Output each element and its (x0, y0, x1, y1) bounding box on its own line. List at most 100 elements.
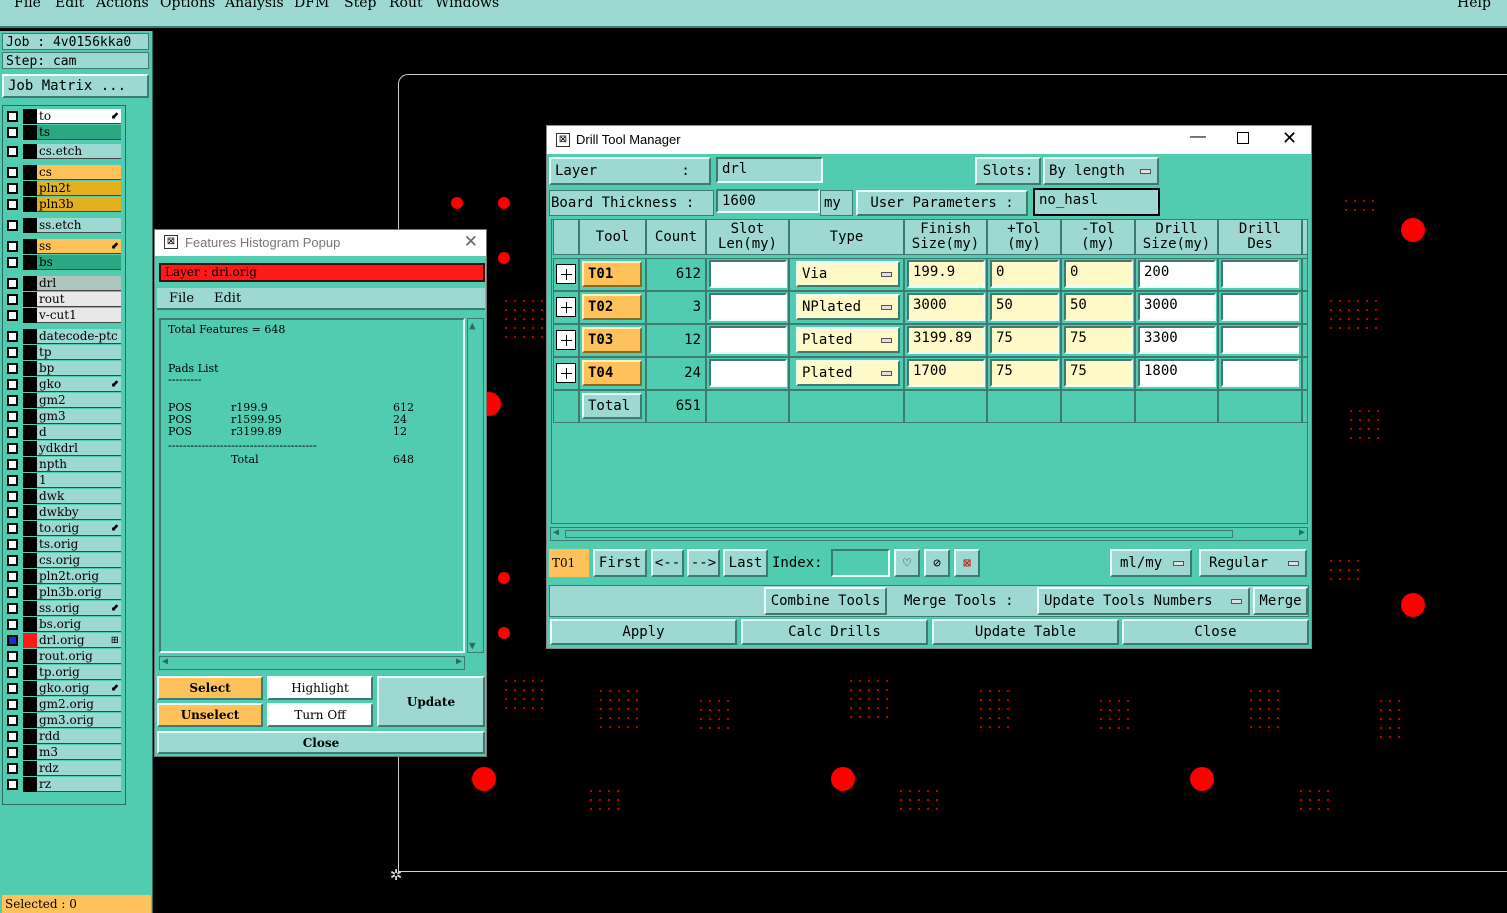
slots-dropdown[interactable]: By length (1043, 157, 1159, 185)
minus-tol-input[interactable]: 75 (1064, 359, 1133, 387)
layer-row-datecode-ptc[interactable]: datecode-ptc (4, 329, 121, 344)
layer-checkbox[interactable] (7, 257, 18, 268)
minus-tol-input[interactable]: 0 (1064, 260, 1133, 288)
layer-checkbox[interactable] (7, 294, 18, 305)
layer-checkbox[interactable] (7, 111, 18, 122)
next-button[interactable]: --> (687, 549, 720, 577)
layer-checkbox[interactable] (7, 667, 18, 678)
expand-icon[interactable] (556, 297, 576, 317)
finish-size-input[interactable]: 199.9 (907, 260, 985, 288)
features-vscroll[interactable]: ▲ ▼ (467, 318, 484, 653)
layer-row-drl.orig[interactable]: drl.orig ⊞ (4, 633, 121, 648)
drill-size-input[interactable]: 200 (1138, 260, 1216, 288)
board-thickness-field[interactable]: 1600 (716, 189, 820, 213)
layer-checkbox[interactable] (7, 507, 18, 518)
apply-button[interactable]: Apply (550, 619, 737, 645)
update-button[interactable]: Update (377, 676, 485, 727)
minus-tol-input[interactable]: 50 (1064, 293, 1133, 321)
layer-row-ss[interactable]: ss ⬋ (4, 239, 121, 254)
drill-des-input[interactable] (1221, 293, 1299, 321)
layer-checkbox[interactable] (7, 331, 18, 342)
finish-size-input[interactable]: 3000 (907, 293, 985, 321)
layer-checkbox[interactable] (7, 715, 18, 726)
merge-button[interactable]: Merge (1253, 587, 1308, 615)
job-matrix-button[interactable]: Job Matrix ... (2, 74, 149, 98)
finish-size-input[interactable]: 1700 (907, 359, 985, 387)
type-dropdown[interactable]: Plated (796, 360, 900, 386)
layer-row-to[interactable]: to ⬋ (4, 109, 121, 124)
layer-row-d[interactable]: d (4, 425, 121, 440)
menu-item-edit[interactable]: Edit (55, 0, 84, 11)
plus-tol-input[interactable]: 75 (990, 359, 1059, 387)
layer-row-ss.orig[interactable]: ss.orig ⬋ (4, 601, 121, 616)
layer-checkbox[interactable] (7, 635, 18, 646)
drill-des-input[interactable] (1221, 260, 1299, 288)
table-hscroll[interactable]: ◀ ▶ (550, 527, 1308, 541)
select-button[interactable]: Select (157, 676, 263, 700)
calc-drills-button[interactable]: Calc Drills (741, 619, 928, 645)
menu-item-windows[interactable]: Windows (435, 0, 499, 11)
drill-des-input[interactable] (1221, 359, 1299, 387)
layer-row-gm2.orig[interactable]: gm2.orig (4, 697, 121, 712)
menu-item-help[interactable]: Help (1457, 0, 1491, 11)
layer-checkbox[interactable] (7, 411, 18, 422)
layer-row-tp[interactable]: tp (4, 345, 121, 360)
combine-tools-button[interactable]: Combine Tools (764, 587, 887, 615)
layer-checkbox[interactable] (7, 395, 18, 406)
units-dropdown[interactable]: ml/my (1110, 549, 1192, 577)
layer-checkbox[interactable] (7, 459, 18, 470)
layer-row-bp[interactable]: bp (4, 361, 121, 376)
layer-checkbox[interactable] (7, 491, 18, 502)
layer-row-m3[interactable]: m3 (4, 745, 121, 760)
layer-checkbox[interactable] (7, 183, 18, 194)
layer-checkbox[interactable] (7, 571, 18, 582)
menu-item-rout[interactable]: Rout (389, 0, 423, 11)
layer-row-bs[interactable]: bs (4, 255, 121, 270)
last-button[interactable]: Last (723, 549, 768, 577)
layer-row-ss.etch[interactable]: ss.etch (4, 218, 121, 233)
layer-checkbox[interactable] (7, 731, 18, 742)
close-icon[interactable]: ✕ (1282, 128, 1297, 149)
layer-checkbox[interactable] (7, 220, 18, 231)
draw-icon[interactable]: ⊘ (924, 549, 950, 577)
drill-size-input[interactable]: 1800 (1138, 359, 1216, 387)
layer-checkbox[interactable] (7, 523, 18, 534)
layer-row-v-cut1[interactable]: v-cut1 (4, 308, 121, 323)
features-hscroll[interactable]: ◀ ▶ (159, 656, 465, 670)
layer-row-to.orig[interactable]: to.orig ⬋ (4, 521, 121, 536)
layer-field[interactable]: drl (716, 157, 823, 183)
layer-checkbox[interactable] (7, 241, 18, 252)
layer-checkbox[interactable] (7, 619, 18, 630)
layer-row-gm3.orig[interactable]: gm3.orig (4, 713, 121, 728)
layer-row-cs.orig[interactable]: cs.orig (4, 553, 121, 568)
features-menu-edit[interactable]: Edit (214, 291, 241, 306)
menu-item-actions[interactable]: Actions (96, 0, 149, 11)
plus-tol-input[interactable]: 0 (990, 260, 1059, 288)
tool-button[interactable]: T04 (582, 360, 642, 386)
layer-row-ydkdrl[interactable]: ydkdrl (4, 441, 121, 456)
layer-checkbox[interactable] (7, 310, 18, 321)
layer-checkbox[interactable] (7, 475, 18, 486)
layer-row-pln2t.orig[interactable]: pln2t.orig (4, 569, 121, 584)
features-close-button[interactable]: Close (157, 731, 485, 754)
menu-item-analysis[interactable]: Analysis (225, 0, 284, 11)
layer-row-gm2[interactable]: gm2 (4, 393, 121, 408)
layer-checkbox[interactable] (7, 347, 18, 358)
type-dropdown[interactable]: Plated (796, 327, 900, 353)
layer-checkbox[interactable] (7, 779, 18, 790)
layer-row-bs.orig[interactable]: bs.orig (4, 617, 121, 632)
layer-checkbox[interactable] (7, 363, 18, 374)
drill-size-input[interactable]: 3000 (1138, 293, 1216, 321)
layer-checkbox[interactable] (7, 699, 18, 710)
tool-button[interactable]: T02 (582, 294, 642, 320)
drill-des-input[interactable] (1221, 326, 1299, 354)
layer-checkbox[interactable] (7, 427, 18, 438)
close-icon[interactable]: ✕ (464, 232, 478, 252)
layer-row-gko.orig[interactable]: gko.orig ⬋ (4, 681, 121, 696)
bulb-icon[interactable]: ♡ (894, 549, 920, 577)
highlight-button[interactable]: Highlight (267, 676, 373, 700)
expand-icon[interactable] (556, 264, 576, 284)
layer-row-ts.orig[interactable]: ts.orig (4, 537, 121, 552)
tool-button[interactable]: T03 (582, 327, 642, 353)
layer-row-rout.orig[interactable]: rout.orig (4, 649, 121, 664)
